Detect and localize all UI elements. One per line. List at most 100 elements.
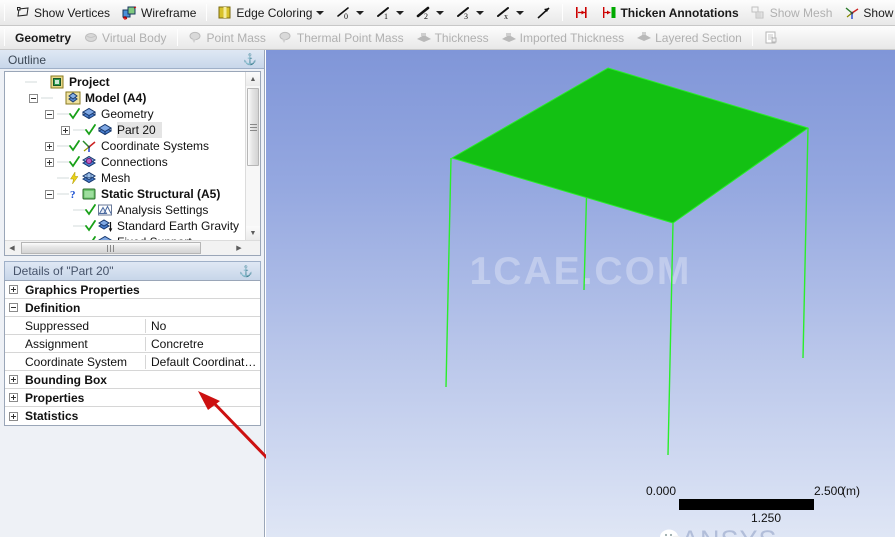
svg-text:x: x: [504, 12, 508, 20]
details-expander[interactable]: [5, 411, 21, 421]
outline-horizontal-scrollbar[interactable]: ◀ ▶: [5, 240, 260, 255]
worksheet-button[interactable]: [758, 27, 784, 48]
column-right[interactable]: [802, 127, 809, 359]
svg-text:2: 2: [424, 12, 428, 20]
toolbar-separator: [4, 4, 5, 21]
details-row[interactable]: Properties: [5, 389, 260, 407]
chevron-down-icon[interactable]: [316, 10, 325, 15]
details-expander[interactable]: [5, 303, 21, 312]
tree-item-standard-earth-gravity[interactable]: Standard Earth Gravity: [5, 218, 241, 234]
edge-thickness-x-button[interactable]: x: [491, 2, 529, 23]
expand-icon[interactable]: [45, 141, 54, 151]
edge-thickness-2-button[interactable]: 2: [411, 2, 449, 23]
imported-thickness-label: Imported Thickness: [519, 30, 625, 45]
scroll-up-arrow-icon[interactable]: ▲: [246, 72, 260, 86]
expand-icon[interactable]: [8, 285, 18, 294]
details-panel-header: Details of "Part 20" ⚓: [4, 261, 261, 280]
chevron-down-icon[interactable]: [516, 10, 525, 15]
tree-item-part-20[interactable]: Part 20: [5, 122, 241, 138]
thicken-annotations-button[interactable]: Thicken Annotations: [596, 2, 743, 23]
scroll-right-arrow-icon[interactable]: ▶: [232, 241, 246, 255]
chevron-down-icon[interactable]: [396, 10, 405, 15]
edge-coloring-button[interactable]: Edge Coloring: [212, 2, 329, 23]
edge-thickness-x-icon: x: [496, 5, 512, 21]
expand-icon[interactable]: [45, 157, 54, 167]
chevron-down-icon[interactable]: [356, 10, 365, 15]
column-front-mid[interactable]: [667, 222, 674, 456]
details-row[interactable]: Graphics Properties: [5, 281, 260, 299]
svg-text:1: 1: [384, 12, 388, 20]
tree-item-label: Connections: [101, 155, 168, 169]
thicken-lines-button[interactable]: [568, 2, 594, 23]
tree-item-mesh[interactable]: Mesh: [5, 170, 241, 186]
collapse-icon[interactable]: [45, 189, 54, 199]
thickness-button[interactable]: Thickness: [411, 27, 494, 48]
imported-thickness-button[interactable]: Imported Thickness: [496, 27, 630, 48]
tree-item-connections[interactable]: Connections: [5, 154, 241, 170]
details-row[interactable]: Bounding Box: [5, 371, 260, 389]
details-row[interactable]: Suppressed No: [5, 317, 260, 335]
virtual-body-button[interactable]: Virtual Body: [78, 27, 171, 48]
collapse-icon[interactable]: [45, 109, 54, 119]
details-expander[interactable]: [5, 393, 21, 402]
edge-thickness-1-button[interactable]: 1: [371, 2, 409, 23]
status-check-icon: [85, 124, 96, 136]
legend-scale-bar: [679, 499, 814, 510]
show-mesh-button[interactable]: Show Mesh: [746, 2, 838, 23]
tree-item-static-structural-a5[interactable]: ? Static Structural (A5): [5, 186, 241, 202]
details-row[interactable]: Definition: [5, 299, 260, 317]
geometry-menu-button[interactable]: Geometry: [10, 27, 76, 48]
graphics-viewport[interactable]: 1CAE.COM 0.000 2.500 (m) 1.250 ANSYS 仿真在…: [266, 50, 895, 537]
point-mass-button[interactable]: Point Mass: [183, 27, 271, 48]
details-table[interactable]: Graphics Properties Definition Suppressed N…: [4, 280, 261, 426]
column-front-left[interactable]: [445, 157, 452, 388]
details-row[interactable]: Assignment Concretre: [5, 335, 260, 353]
details-expander[interactable]: [5, 285, 21, 294]
expand-icon[interactable]: [8, 375, 18, 384]
details-row-value[interactable]: Concretre: [146, 337, 260, 351]
outline-tree-panel[interactable]: Project Model (A4) Geometry Part 20 Coordina…: [4, 71, 261, 256]
collapse-icon[interactable]: [29, 93, 38, 103]
expand-icon[interactable]: [8, 411, 18, 421]
gravity-icon: [97, 219, 113, 233]
details-row[interactable]: Statistics: [5, 407, 260, 425]
model-geometry[interactable]: [266, 50, 895, 537]
details-row-value[interactable]: No: [146, 319, 260, 333]
wireframe-button[interactable]: Wireframe: [117, 2, 201, 23]
tree-item-project[interactable]: Project: [5, 74, 241, 90]
details-expander[interactable]: [5, 375, 21, 384]
expand-icon[interactable]: [61, 125, 70, 135]
chevron-down-icon[interactable]: [476, 10, 485, 15]
show-coordinate-systems-label: Show: [863, 5, 894, 20]
tree-item-model-a4[interactable]: Model (A4): [5, 90, 241, 106]
edge-direction-button[interactable]: [531, 2, 557, 23]
tree-item-coordinate-systems[interactable]: Coordinate Systems: [5, 138, 241, 154]
horizontal-scroll-thumb[interactable]: [21, 242, 201, 254]
expand-icon[interactable]: [8, 393, 18, 402]
scroll-left-arrow-icon[interactable]: ◀: [5, 241, 19, 255]
outline-vertical-scrollbar[interactable]: ▲ ▼: [245, 72, 260, 240]
pin-icon[interactable]: ⚓: [243, 53, 260, 66]
arrow-pin-icon: [536, 5, 552, 21]
layered-section-button[interactable]: Layered Section: [631, 27, 747, 48]
tree-item-analysis-settings[interactable]: Analysis Settings: [5, 202, 241, 218]
chevron-down-icon[interactable]: [436, 10, 445, 15]
tree-item-label: Analysis Settings: [117, 203, 209, 217]
tree-item-geometry[interactable]: Geometry: [5, 106, 241, 122]
show-vertices-button[interactable]: Show Vertices: [10, 2, 115, 23]
thermal-point-mass-button[interactable]: Thermal Point Mass: [273, 27, 409, 48]
show-mesh-label: Show Mesh: [769, 5, 833, 20]
collapse-icon[interactable]: [8, 303, 18, 312]
outline-tree[interactable]: Project Model (A4) Geometry Part 20 Coordina…: [5, 72, 241, 242]
show-coordinate-systems-button[interactable]: Show: [839, 2, 895, 23]
details-row-value[interactable]: Default Coordinate Sy...: [146, 355, 260, 369]
details-row[interactable]: Coordinate SystemDefault Coordinate Sy..…: [5, 353, 260, 371]
edge-thickness-3-button[interactable]: 3: [451, 2, 489, 23]
vertical-scroll-thumb[interactable]: [247, 88, 259, 166]
pin-icon[interactable]: ⚓: [239, 265, 256, 278]
edge-thickness-0-button[interactable]: 0: [331, 2, 369, 23]
scroll-down-arrow-icon[interactable]: ▼: [246, 226, 260, 240]
